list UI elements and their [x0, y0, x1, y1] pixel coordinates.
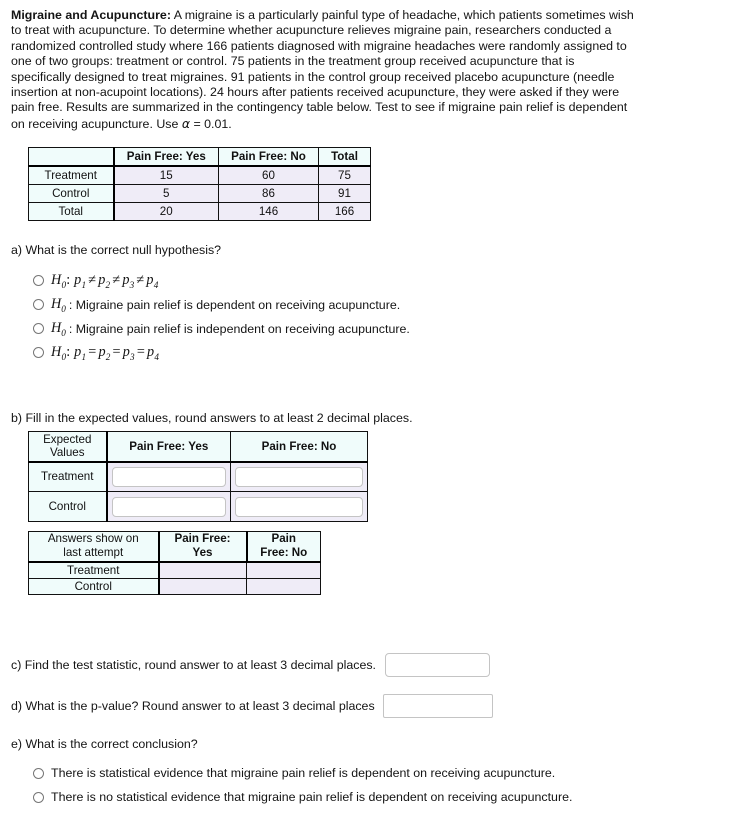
header-line-1: Pain — [271, 532, 296, 546]
table-corner-cell — [28, 147, 115, 167]
row-header-treatment: Treatment — [28, 165, 115, 185]
part-a-option-1[interactable]: H0: p1 ≠ p2 ≠ p3 ≠ p4 — [33, 272, 159, 290]
problem-body: A migraine is a particularly painful typ… — [11, 8, 634, 131]
part-b-question: b) Fill in the expected values, round an… — [11, 411, 413, 425]
part-a-option-4-label: H0: p1 = p2 = p3 = p4 — [51, 344, 160, 362]
expected-control-no-input[interactable] — [235, 496, 363, 517]
last-attempt-control-yes — [158, 577, 247, 595]
test-statistic-input[interactable] — [385, 653, 491, 677]
table-row: Total 20 146 166 — [28, 202, 371, 221]
column-header-pain-free-yes: Pain Free: Yes — [158, 531, 248, 563]
cell-treatment-no: 60 — [218, 165, 319, 185]
row-header-control: Control — [28, 184, 115, 203]
row-header-treatment: Treatment — [28, 461, 108, 492]
table-row: Control — [28, 577, 321, 595]
radio-button-icon[interactable] — [33, 767, 44, 779]
cell-control-total: 91 — [318, 184, 371, 203]
part-a-question: a) What is the correct null hypothesis? — [11, 243, 222, 257]
row-header-control: Control — [28, 577, 160, 595]
exercise-page: Migraine and Acupuncture: A migraine is … — [0, 0, 742, 835]
part-e-option-1[interactable]: There is statistical evidence that migra… — [33, 766, 555, 780]
table-row: Control — [28, 491, 368, 522]
part-d-row: d) What is the p-value? Round answer to … — [11, 694, 493, 718]
table-row: Treatment — [28, 461, 368, 492]
header-line-2: Yes — [192, 546, 213, 560]
table-row: Treatment — [28, 561, 321, 579]
corner-line-1: Answers show on — [47, 532, 139, 546]
expected-control-no-cell — [230, 491, 368, 522]
header-line-1: Pain Free: — [174, 532, 231, 546]
column-header-pain-free-no: Pain Free: No — [230, 431, 368, 463]
radio-button-icon[interactable] — [33, 323, 44, 335]
problem-statement: Migraine and Acupuncture: A migraine is … — [11, 8, 636, 132]
last-attempt-treatment-yes — [158, 561, 247, 579]
table-header-row: Pain Free: Yes Pain Free: No Total — [28, 147, 371, 167]
part-a-option-2-label: : Migraine pain relief is dependent on r… — [68, 297, 401, 312]
expected-values-corner-cell: Expected Values — [28, 431, 108, 463]
part-e-option-2[interactable]: There is no statistical evidence that mi… — [33, 790, 572, 804]
hypothesis-symbol: H0 — [51, 320, 66, 338]
column-header-pain-free-yes: Pain Free: Yes — [106, 431, 231, 463]
cell-treatment-yes: 15 — [113, 165, 219, 185]
radio-button-icon[interactable] — [33, 791, 44, 803]
cell-total-no: 146 — [218, 202, 319, 221]
radio-button-icon[interactable] — [33, 347, 44, 359]
part-c-question: c) Find the test statistic, round answer… — [11, 658, 377, 672]
expected-treatment-yes-cell — [106, 461, 231, 492]
part-a-option-3[interactable]: H0 : Migraine pain relief is independent… — [33, 320, 410, 338]
last-attempt-control-no — [246, 577, 321, 595]
expected-treatment-yes-input[interactable] — [111, 466, 226, 487]
part-a-option-4[interactable]: H0: p1 = p2 = p3 = p4 — [33, 344, 159, 362]
column-header-pain-free-no: Pain Free: No — [218, 147, 319, 167]
part-a-option-3-label: : Migraine pain relief is independent on… — [68, 321, 410, 336]
expected-treatment-no-input[interactable] — [235, 466, 363, 487]
part-e-option-2-label: There is no statistical evidence that mi… — [51, 790, 573, 804]
last-attempt-treatment-no — [246, 561, 321, 579]
column-header-pain-free-no: Pain Free: No — [246, 531, 321, 563]
row-header-control: Control — [28, 491, 108, 522]
header-line-2: Free: No — [260, 546, 308, 560]
table-row: Control 5 86 91 — [28, 184, 371, 203]
cell-total-total: 166 — [318, 202, 371, 221]
part-a-option-2[interactable]: H0 : Migraine pain relief is dependent o… — [33, 296, 400, 314]
hypothesis-symbol: H0 — [51, 296, 66, 314]
expected-control-yes-input[interactable] — [111, 496, 226, 517]
part-c-row: c) Find the test statistic, round answer… — [11, 653, 491, 677]
radio-button-icon[interactable] — [33, 299, 44, 311]
table-header-row: Answers show on last attempt Pain Free: Ye… — [28, 531, 321, 563]
part-e-question: e) What is the correct conclusion? — [11, 737, 198, 751]
part-d-question: d) What is the p-value? Round answer to … — [11, 699, 375, 713]
expected-values-table: Expected Values Pain Free: Yes Pain Free:… — [28, 431, 368, 522]
cell-control-no: 86 — [218, 184, 319, 203]
problem-title: Migraine and Acupuncture: — [11, 8, 171, 22]
last-attempt-table: Answers show on last attempt Pain Free: Ye… — [28, 531, 321, 595]
expected-control-yes-cell — [106, 491, 231, 522]
column-header-total: Total — [318, 147, 371, 167]
contingency-table: Pain Free: Yes Pain Free: No Total Treat… — [28, 147, 371, 221]
radio-button-icon[interactable] — [33, 275, 44, 287]
corner-line-2: Values — [49, 446, 85, 460]
last-attempt-corner-cell: Answers show on last attempt — [28, 531, 160, 563]
alpha-clause: = 0.01. — [190, 116, 232, 131]
corner-line-1: Expected — [43, 433, 92, 447]
cell-control-yes: 5 — [113, 184, 219, 203]
table-row: Treatment 15 60 75 — [28, 165, 371, 185]
alpha-symbol: α — [181, 115, 190, 131]
column-header-pain-free-yes: Pain Free: Yes — [113, 147, 219, 167]
row-header-total: Total — [28, 202, 115, 221]
part-a-option-1-label: H0: p1 ≠ p2 ≠ p3 ≠ p4 — [51, 272, 159, 290]
p-value-input[interactable] — [382, 694, 493, 718]
row-header-treatment: Treatment — [28, 561, 160, 579]
corner-line-2: last attempt — [63, 546, 124, 560]
table-header-row: Expected Values Pain Free: Yes Pain Free:… — [28, 431, 368, 463]
cell-treatment-total: 75 — [318, 165, 371, 185]
cell-total-yes: 20 — [113, 202, 219, 221]
expected-treatment-no-cell — [230, 461, 368, 492]
part-e-option-1-label: There is statistical evidence that migra… — [51, 766, 556, 780]
